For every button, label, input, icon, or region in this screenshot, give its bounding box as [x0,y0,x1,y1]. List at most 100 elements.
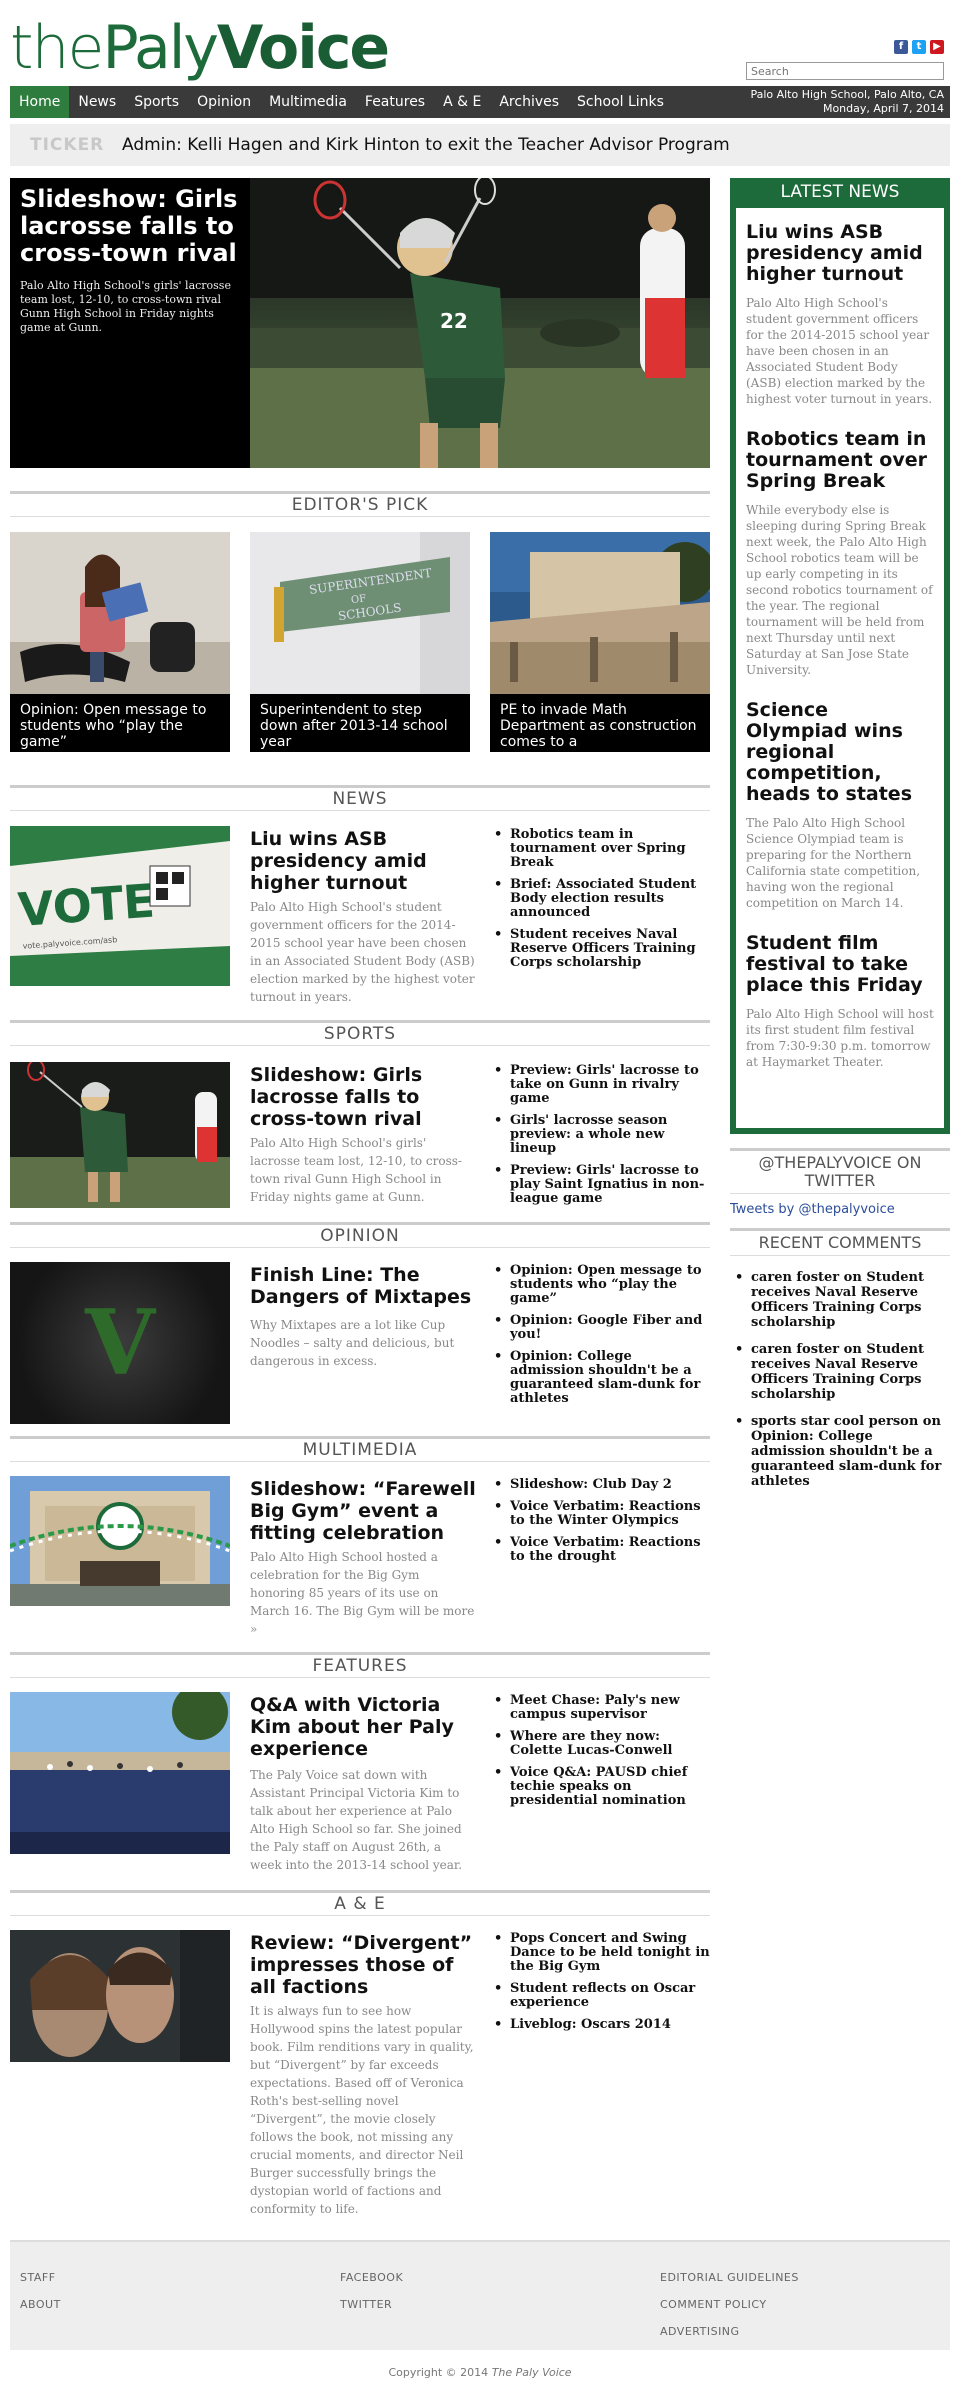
hero-image[interactable]: 22 [250,178,710,468]
section-heading-features: FEATURES [10,1652,710,1678]
footer-link-twitter[interactable]: TWITTER [340,2291,403,2318]
multimedia-thumbnail[interactable] [10,1476,230,1606]
editors-pick-image[interactable]: SUPERINTENDENT OF SCHOOLS [250,532,470,694]
svg-text:22: 22 [440,309,468,333]
editors-pick-image[interactable] [10,532,230,694]
sports-link[interactable]: Girls' lacrosse season preview: a whole … [490,1114,710,1156]
opinion-thumbnail[interactable]: V [10,1262,230,1424]
lacrosse-photo: 22 [250,178,710,468]
news-thumbnail[interactable]: VOTE vote.palyvoice.com/asb [10,826,230,986]
news-headline[interactable]: Liu wins ASB presidency amid higher turn… [250,828,480,894]
ticker-headline[interactable]: Admin: Kelli Hagen and Kirk Hinton to ex… [122,135,730,155]
recent-comment[interactable]: sports star cool person on Opinion: Coll… [735,1414,950,1489]
recent-comment[interactable]: caren foster on Student receives Naval R… [735,1270,950,1330]
nav-item-ae[interactable]: A & E [434,86,490,118]
hero-slideshow[interactable]: Slideshow: Girls lacrosse falls to cross… [10,178,710,468]
editors-pick-item[interactable]: Opinion: Open message to students who “p… [10,532,230,752]
nav-item-opinion[interactable]: Opinion [188,86,260,118]
latest-news-item: Robotics team in tournament over Spring … [736,429,944,678]
editors-pick-image[interactable] [490,532,710,694]
news-link[interactable]: Student receives Naval Reserve Officers … [490,928,710,970]
twitter-icon[interactable]: t [912,40,926,54]
news-summary: Palo Alto High School's student governme… [250,900,475,1004]
ae-link[interactable]: Liveblog: Oscars 2014 [490,2018,710,2033]
site-logo[interactable]: thePalyVoice [10,14,390,82]
recent-comments-list: caren foster on Student receives Naval R… [735,1270,950,1501]
ae-link[interactable]: Pops Concert and Swing Dance to be held … [490,1932,710,1974]
ae-thumbnail[interactable] [10,1930,230,2062]
footer-column: EDITORIAL GUIDELINES COMMENT POLICY ADVE… [660,2264,799,2345]
multimedia-link[interactable]: Voice Verbatim: Reactions to the Winter … [490,1500,710,1528]
footer-link-comment-policy[interactable]: COMMENT POLICY [660,2291,799,2318]
multimedia-link[interactable]: Slideshow: Club Day 2 [490,1478,710,1493]
sports-link[interactable]: Preview: Girls' lacrosse to play Saint I… [490,1164,710,1206]
hero-description: Palo Alto High School's girls' lacrosse … [20,279,231,334]
opinion-link[interactable]: Opinion: Google Fiber and you! [490,1314,710,1342]
masthead: thePalyVoice f t ▶ [10,10,950,82]
latest-news-item: Student film festival to take place this… [736,933,944,1070]
features-thumbnail[interactable] [10,1692,230,1854]
opinion-link-list: Opinion: Open message to students who “p… [490,1264,710,1414]
search-input[interactable] [746,62,944,80]
youtube-icon[interactable]: ▶ [930,40,944,54]
footer-link-advertising[interactable]: ADVERTISING [660,2318,799,2345]
editors-pick-item[interactable]: SUPERINTENDENT OF SCHOOLS Superintendent… [250,532,470,752]
opinion-link[interactable]: Opinion: College admission shouldn't be … [490,1350,710,1406]
multimedia-link[interactable]: Voice Verbatim: Reactions to the drought [490,1536,710,1564]
sports-link[interactable]: Preview: Girls' lacrosse to take on Gunn… [490,1064,710,1106]
nav-meta: Palo Alto High School, Palo Alto, CA Mon… [750,88,944,116]
ae-summary: It is always fun to see how Hollywood sp… [250,2004,474,2216]
ae-link-list: Pops Concert and Swing Dance to be held … [490,1932,710,2040]
sports-thumbnail[interactable] [10,1062,230,1208]
editors-pick-caption[interactable]: PE to invade Math Department as construc… [490,694,710,752]
facebook-icon[interactable]: f [894,40,908,54]
footer-link-staff[interactable]: STAFF [20,2264,61,2291]
nav-item-archives[interactable]: Archives [490,86,568,118]
recent-comments-heading: RECENT COMMENTS [730,1228,950,1256]
section-heading-opinion: OPINION [10,1222,710,1248]
features-link[interactable]: Meet Chase: Paly's new campus supervisor [490,1694,710,1722]
section-heading-news: NEWS [10,785,710,811]
nav-item-news[interactable]: News [69,86,125,118]
latest-news-heading: LATEST NEWS [730,178,950,208]
sports-headline[interactable]: Slideshow: Girls lacrosse falls to cross… [250,1064,480,1130]
latest-news-title[interactable]: Student film festival to take place this… [746,933,934,996]
nav-item-features[interactable]: Features [356,86,434,118]
news-link[interactable]: Robotics team in tournament over Spring … [490,828,710,870]
multimedia-summary: Palo Alto High School hosted a celebrati… [250,1550,475,1636]
opinion-link[interactable]: Opinion: Open message to students who “p… [490,1264,710,1306]
editors-pick-caption[interactable]: Superintendent to step down after 2013-1… [250,694,470,752]
footer-link-editorial-guidelines[interactable]: EDITORIAL GUIDELINES [660,2264,799,2291]
nav-item-sports[interactable]: Sports [125,86,188,118]
editors-pick-item[interactable]: PE to invade Math Department as construc… [490,532,710,752]
recent-comment[interactable]: caren foster on Student receives Naval R… [735,1342,950,1402]
features-headline[interactable]: Q&A with Victoria Kim about her Paly exp… [250,1694,480,1760]
nav-item-home[interactable]: Home [10,86,70,118]
section-heading-sports: SPORTS [10,1020,710,1046]
multimedia-link-list: Slideshow: Club Day 2 Voice Verbatim: Re… [490,1478,710,1572]
school-location: Palo Alto High School, Palo Alto, CA [750,88,944,101]
twitter-heading: @THEPALYVOICE ON TWITTER [730,1148,950,1194]
latest-news-summary: Palo Alto High School's student governme… [746,296,933,406]
opinion-headline[interactable]: Finish Line: The Dangers of Mixtapes [250,1264,480,1308]
ae-link[interactable]: Student reflects on Oscar experience [490,1982,710,2010]
hero-title[interactable]: Slideshow: Girls lacrosse falls to cross… [20,186,240,267]
features-link[interactable]: Voice Q&A: PAUSD chief techie speaks on … [490,1766,710,1808]
nav-item-school-links[interactable]: School Links [568,86,673,118]
hero-text: Slideshow: Girls lacrosse falls to cross… [10,178,250,468]
footer-column: STAFF ABOUT [20,2264,61,2318]
multimedia-headline[interactable]: Slideshow: “Farewell Big Gym” event a fi… [250,1478,480,1544]
site-footer: STAFF ABOUT FACEBOOK TWITTER EDITORIAL G… [10,2240,950,2350]
ticker: TICKER Admin: Kelli Hagen and Kirk Hinto… [10,124,950,166]
tweets-link[interactable]: Tweets by @thepalyvoice [730,1202,895,1217]
ae-headline[interactable]: Review: “Divergent” impresses those of a… [250,1932,480,1998]
editors-pick-caption[interactable]: Opinion: Open message to students who “p… [10,694,230,752]
latest-news-title[interactable]: Robotics team in tournament over Spring … [746,429,934,492]
latest-news-title[interactable]: Liu wins ASB presidency amid higher turn… [746,222,934,285]
latest-news-title[interactable]: Science Olympiad wins regional competiti… [746,700,934,805]
footer-link-facebook[interactable]: FACEBOOK [340,2264,403,2291]
nav-item-multimedia[interactable]: Multimedia [260,86,356,118]
footer-link-about[interactable]: ABOUT [20,2291,61,2318]
features-link[interactable]: Where are they now: Colette Lucas-Conwel… [490,1730,710,1758]
news-link[interactable]: Brief: Associated Student Body election … [490,878,710,920]
